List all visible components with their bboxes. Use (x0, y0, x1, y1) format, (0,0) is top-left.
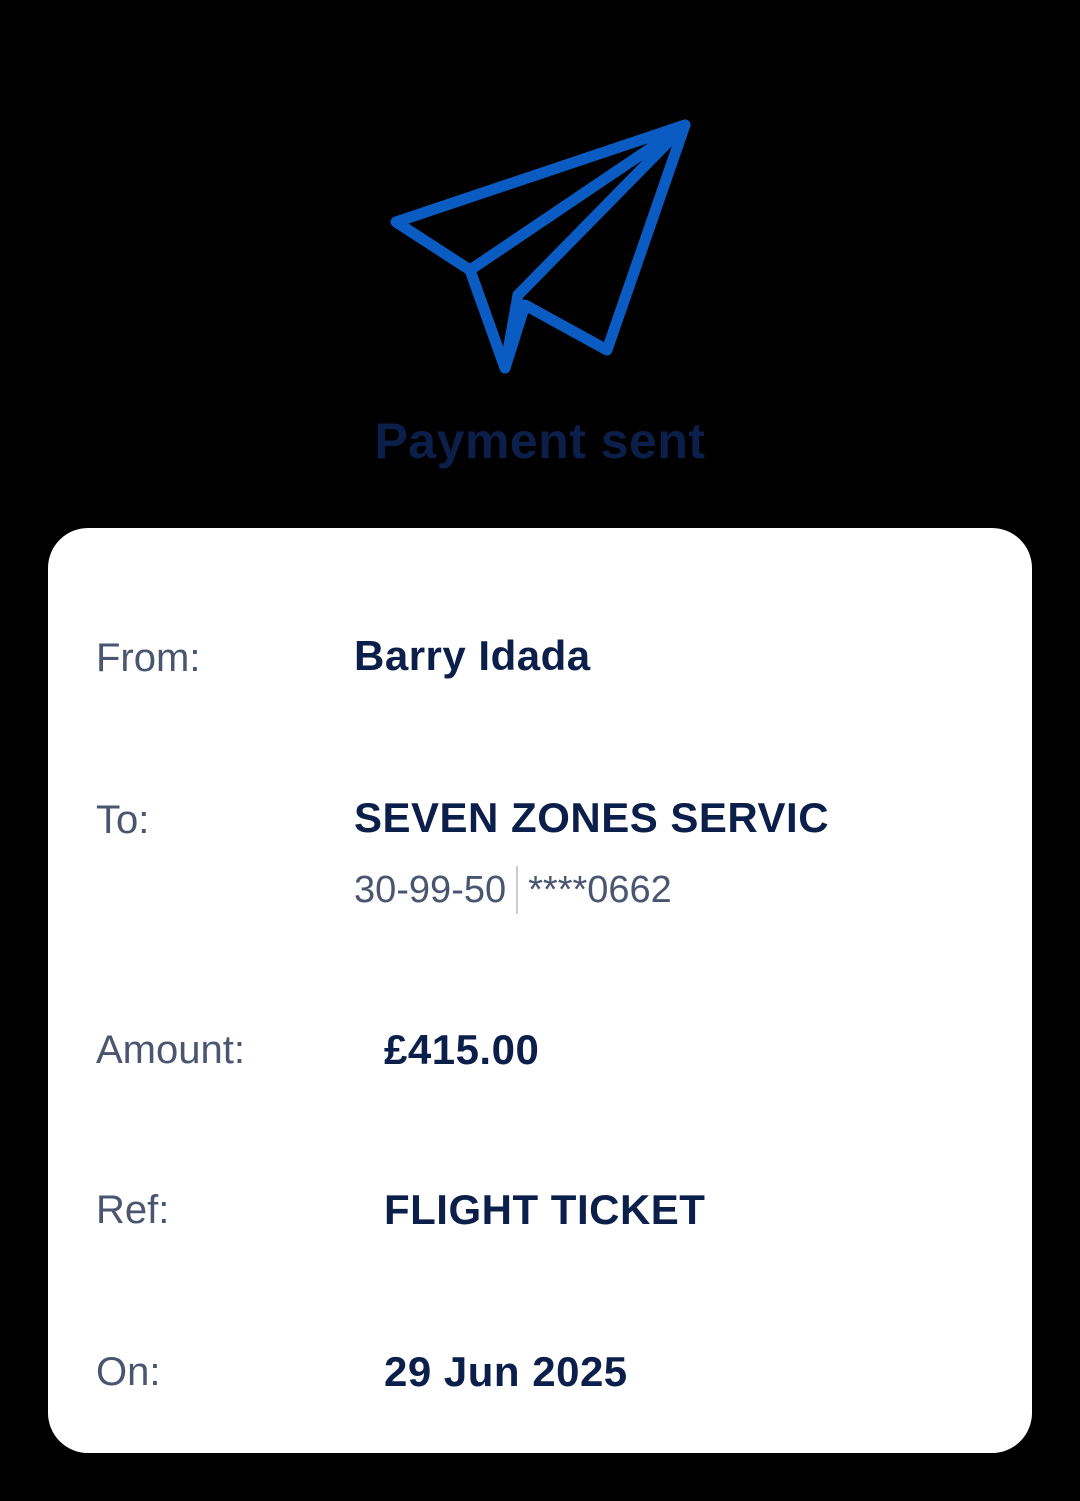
account-details: 30-99-50 ****0662 (354, 866, 672, 914)
from-label: From: (96, 636, 201, 680)
page-title: Payment sent (374, 413, 706, 469)
amount-label: Amount: (96, 1028, 245, 1072)
ref-label: Ref: (96, 1188, 170, 1232)
payment-details-card: From: Barry Idada To: SEVEN ZONES SERVIC… (48, 528, 1032, 1453)
amount-value: £415.00 (384, 1026, 540, 1073)
date-value: 29 Jun 2025 (384, 1348, 628, 1395)
to-label: To: (96, 798, 150, 842)
date-label: On: (96, 1350, 161, 1394)
from-value: Barry Idada (354, 632, 591, 679)
sort-code: 30-99-50 (354, 868, 507, 911)
ref-value: FLIGHT TICKET (384, 1186, 706, 1233)
divider (516, 866, 519, 914)
account-number: ****0662 (528, 868, 672, 911)
to-value: SEVEN ZONES SERVIC (354, 794, 830, 841)
paper-plane-icon (390, 119, 691, 374)
